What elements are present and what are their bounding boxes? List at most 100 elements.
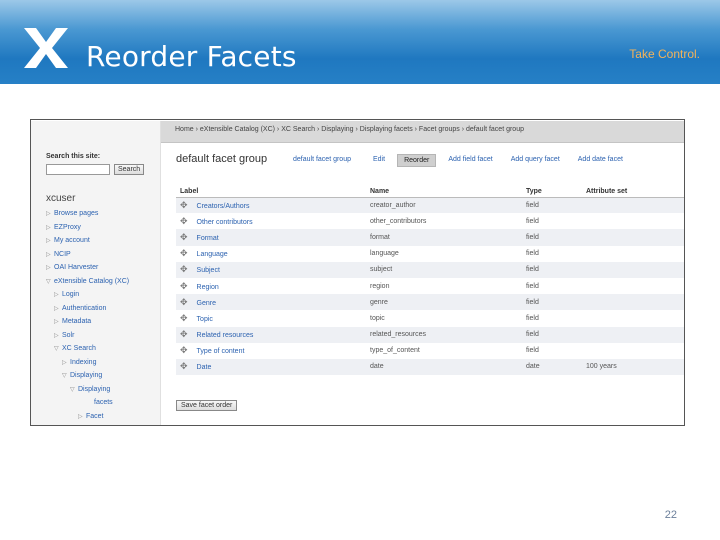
column-header: Type — [522, 186, 582, 198]
type-cell: field — [522, 294, 582, 311]
name-cell: genre — [366, 294, 522, 311]
search-button[interactable]: Search — [114, 164, 145, 175]
facet-label-link[interactable]: Language — [197, 251, 228, 258]
table-row[interactable]: ✥ Date date date 100 years — [176, 358, 684, 376]
label-cell: ✥ Topic — [176, 310, 366, 327]
expanded-arrow-icon: ▽ — [46, 278, 51, 285]
table-row[interactable]: ✥ Related resources related_resources field — [176, 326, 684, 343]
sidebar-item[interactable]: ▷ Metadata — [46, 316, 160, 330]
attribute-set-cell — [582, 245, 684, 262]
drag-handle-icon[interactable]: ✥ — [180, 297, 188, 307]
name-cell: type_of_content — [366, 342, 522, 359]
attribute-set-cell — [582, 277, 684, 295]
tab-edit[interactable]: Edit — [367, 154, 391, 167]
collapsed-arrow-icon: ▷ — [62, 359, 67, 366]
drag-handle-icon[interactable]: ✥ — [180, 345, 188, 355]
sidebar-item-label: Browse pages — [54, 210, 99, 217]
drag-handle-icon[interactable]: ✥ — [180, 216, 188, 226]
table-row[interactable]: ✥ Topic topic field — [176, 310, 684, 327]
attribute-set-cell — [582, 261, 684, 278]
name-cell: topic — [366, 310, 522, 327]
drag-handle-icon[interactable]: ✥ — [180, 329, 188, 339]
sidebar-item[interactable]: ▷ Indexing — [46, 357, 160, 371]
sidebar-item-label: eXtensible Catalog (XC) — [54, 277, 130, 285]
collapsed-arrow-icon: ▷ — [54, 332, 59, 339]
label-cell: ✥ Subject — [176, 261, 366, 278]
attribute-set-cell — [582, 326, 684, 343]
label-cell: ✥ Creators/Authors — [176, 197, 366, 214]
sidebar-item[interactable]: ▷ EZProxy — [46, 222, 160, 236]
table-row[interactable]: ✥ Language language field — [176, 245, 684, 262]
name-cell: other_contributors — [366, 213, 522, 230]
table-row[interactable]: ✥ Format format field — [176, 229, 684, 246]
sidebar-item[interactable]: ▽ Displaying — [46, 370, 160, 384]
drag-handle-icon[interactable]: ✥ — [180, 281, 188, 291]
breadcrumb: Home › eXtensible Catalog (XC) › XC Sear… — [161, 121, 684, 143]
facet-label-link[interactable]: Creators/Authors — [197, 203, 250, 210]
table-row[interactable]: ✥ Other contributors other_contributors fie… — [176, 213, 684, 230]
attribute-set-cell — [582, 342, 684, 359]
sidebar-item[interactable]: ▷ OAI Harvester — [46, 262, 160, 276]
sidebar-item[interactable]: ▷ My account — [46, 235, 160, 249]
sidebar-item[interactable]: ▷ NCIP — [46, 249, 160, 263]
column-header: Name — [366, 186, 522, 198]
facet-label-link[interactable]: Subject — [197, 267, 220, 274]
expanded-arrow-icon: ▽ — [62, 373, 67, 379]
sidebar-item[interactable]: ▽ eXtensible Catalog (XC) — [46, 276, 160, 290]
type-cell: field — [522, 277, 582, 295]
sidebar-item[interactable]: ▷ Login — [46, 289, 160, 303]
sidebar-item[interactable]: ▷ Solr — [46, 330, 160, 344]
table-row[interactable]: ✥ Creators/Authors creator_author field — [176, 197, 684, 214]
column-header: Attribute set — [582, 186, 684, 198]
table-row[interactable]: ✥ Region region field — [176, 277, 684, 295]
sidebar-item[interactable]: ▽ XC Search — [46, 343, 160, 357]
facet-label-link[interactable]: Topic — [197, 316, 213, 323]
sidebar-item-label: Displaying — [70, 372, 103, 379]
type-cell: field — [522, 229, 582, 246]
attribute-set-cell[interactable]: 100 years — [582, 358, 684, 376]
table-row[interactable]: ✥ Genre genre field — [176, 294, 684, 311]
facet-label-link[interactable]: Genre — [197, 300, 216, 307]
table-row[interactable]: ✥ Type of content type_of_content field — [176, 342, 684, 359]
tab-reorder[interactable]: Reorder — [397, 154, 437, 167]
sidebar-item[interactable]: ▽ Displaying — [46, 384, 160, 398]
facet-label-link[interactable]: Related resources — [197, 332, 254, 339]
label-cell: ✥ Type of content — [176, 342, 366, 359]
sidebar-item[interactable]: ▷ Browse pages — [46, 208, 160, 222]
facet-label-link[interactable]: Region — [197, 284, 219, 291]
sidebar-item[interactable]: groups — [46, 424, 160, 425]
tab-add-query-facet[interactable]: Add query facet — [505, 154, 566, 167]
drag-handle-icon[interactable]: ✥ — [180, 264, 188, 274]
drag-handle-icon[interactable]: ✥ — [180, 232, 188, 242]
drag-handle-icon[interactable]: ✥ — [180, 361, 188, 371]
table-row[interactable]: ✥ Subject subject field — [176, 261, 684, 278]
attribute-set-cell — [582, 294, 684, 311]
sidebar-item-label: NCIP — [54, 250, 71, 258]
facet-label-link[interactable]: Format — [197, 235, 219, 242]
type-cell: field — [522, 245, 582, 262]
expanded-arrow-icon: ▽ — [54, 346, 59, 352]
drag-handle-icon[interactable]: ✥ — [180, 200, 188, 210]
facet-label-link[interactable]: Other contributors — [197, 219, 253, 226]
sidebar-item[interactable]: ▷ Authentication — [46, 303, 160, 317]
attribute-set-cell — [582, 197, 684, 214]
label-cell: ✥ Other contributors — [176, 213, 366, 230]
tab-add-date-facet[interactable]: Add date facet — [572, 154, 629, 167]
type-cell: field — [522, 197, 582, 214]
sidebar-item-label: My account — [54, 237, 90, 244]
save-facet-order-button[interactable]: Save facet order — [176, 400, 238, 411]
collapsed-arrow-icon: ▷ — [46, 224, 51, 231]
drag-handle-icon[interactable]: ✥ — [180, 248, 188, 258]
name-cell: related_resources — [366, 326, 522, 343]
collapsed-arrow-icon: ▷ — [78, 413, 83, 420]
search-input[interactable] — [46, 164, 110, 175]
tab-add-field-facet[interactable]: Add field facet — [442, 154, 498, 167]
facet-label-link[interactable]: Date — [197, 364, 212, 371]
tab-default-facet-group[interactable]: default facet group — [287, 154, 357, 167]
sidebar-item[interactable]: facets — [46, 397, 160, 411]
sidebar-item[interactable]: ▷ Facet — [46, 411, 160, 425]
label-cell: ✥ Date — [176, 358, 366, 376]
name-cell: date — [366, 358, 522, 376]
facet-label-link[interactable]: Type of content — [197, 348, 245, 355]
drag-handle-icon[interactable]: ✥ — [180, 313, 188, 323]
